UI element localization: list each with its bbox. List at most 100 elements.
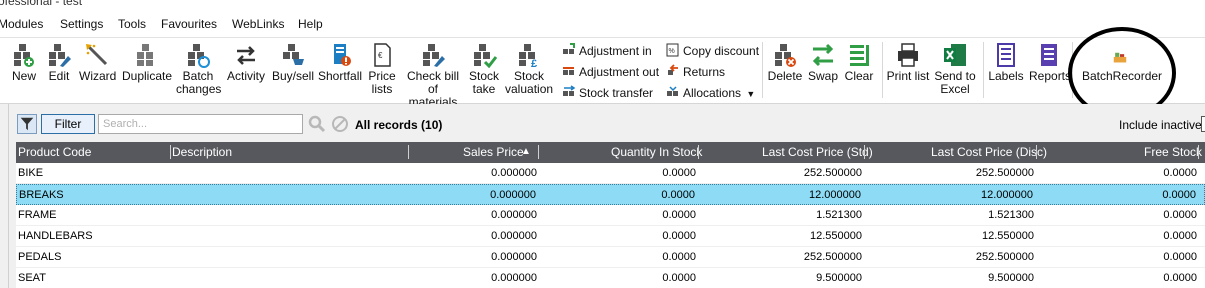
cell-product-code: HANDLEBARS bbox=[18, 230, 93, 242]
price-lists-button[interactable]: € Price lists bbox=[366, 42, 398, 102]
menu-favourites[interactable]: Favourites bbox=[161, 17, 217, 31]
buy-sell-button[interactable]: Buy/sell bbox=[271, 42, 315, 102]
cell-quantity: 0.0000 bbox=[662, 209, 696, 221]
table-row[interactable]: HANDLEBARS 0.000000 0.0000 12.550000 12.… bbox=[16, 226, 1205, 247]
cell-quantity: 0.0000 bbox=[662, 251, 696, 263]
print-list-button[interactable]: Print list bbox=[886, 42, 930, 102]
clear-label: Clear bbox=[844, 69, 874, 83]
stock-valuation-button[interactable]: £ Stock valuation bbox=[505, 42, 553, 102]
table-row[interactable]: BIKE 0.000000 0.0000 252.500000 252.5000… bbox=[16, 163, 1205, 184]
window-title-bar: ofessional - test bbox=[0, 0, 1205, 10]
labels-button[interactable]: Labels bbox=[987, 42, 1025, 102]
copy-discount-icon: % bbox=[666, 43, 679, 57]
swap-button[interactable]: Swap bbox=[807, 42, 839, 102]
copy-discount-button[interactable]: % Copy discount bbox=[666, 43, 759, 61]
cell-quantity: 0.0000 bbox=[662, 167, 696, 179]
print-list-label: Print list bbox=[886, 69, 930, 83]
column-product-code[interactable]: Product Code bbox=[18, 145, 91, 159]
cell-cost-disc: 12.550000 bbox=[982, 230, 1034, 242]
column-sales-price[interactable]: Sales Price bbox=[463, 145, 524, 159]
filter-button[interactable]: Filter bbox=[41, 114, 95, 134]
menu-help[interactable]: Help bbox=[298, 17, 323, 31]
table-row-selected[interactable]: BREAKS 0.000000 0.0000 12.000000 12.0000… bbox=[16, 184, 1205, 205]
sort-ascending-icon: ▲ bbox=[521, 146, 531, 157]
check-bill-of-materials-button[interactable]: Check bill of materials bbox=[403, 42, 463, 109]
new-button[interactable]: New bbox=[10, 42, 38, 102]
ribbon-separator bbox=[882, 42, 883, 98]
cell-sales-price: 0.000000 bbox=[490, 189, 536, 201]
batch-changes-label-2: changes bbox=[176, 82, 222, 96]
activity-button[interactable]: Activity bbox=[226, 42, 266, 102]
menu-modules[interactable]: Modules bbox=[0, 17, 43, 31]
cell-cost-disc: 252.500000 bbox=[975, 167, 1034, 179]
cell-product-code: FRAME bbox=[18, 209, 57, 221]
column-last-cost-disc[interactable]: Last Cost Price (Disc) bbox=[931, 145, 1047, 159]
cell-cost-disc: 252.500000 bbox=[975, 251, 1034, 263]
column-separator bbox=[1198, 145, 1199, 159]
stock-valuation-label-1: Stock bbox=[513, 69, 544, 83]
cell-sales-price: 0.000000 bbox=[491, 209, 537, 221]
cell-quantity: 0.0000 bbox=[661, 189, 695, 201]
delete-button[interactable]: Delete bbox=[767, 42, 803, 102]
menu-settings[interactable]: Settings bbox=[60, 17, 103, 31]
funnel-icon[interactable] bbox=[17, 114, 37, 134]
duplicate-button[interactable]: Duplicate bbox=[122, 42, 173, 102]
buy-sell-icon bbox=[283, 44, 304, 65]
allocations-dropdown[interactable]: Allocations ▼ bbox=[666, 85, 755, 103]
wizard-wand-icon bbox=[86, 44, 108, 66]
returns-icon bbox=[668, 64, 678, 75]
edit-button[interactable]: Edit bbox=[45, 42, 73, 102]
cell-sales-price: 0.000000 bbox=[491, 167, 537, 179]
duplicate-label: Duplicate bbox=[122, 69, 173, 83]
records-count: All records (10) bbox=[355, 118, 443, 132]
cell-free-stock: 0.0000 bbox=[1163, 272, 1197, 284]
column-last-cost-std[interactable]: Last Cost Price (Std) bbox=[762, 145, 873, 159]
send-to-excel-button[interactable]: Send to Excel bbox=[934, 42, 976, 102]
new-label: New bbox=[11, 69, 36, 83]
search-icon[interactable] bbox=[308, 115, 326, 133]
stock-take-button[interactable]: Stock take bbox=[468, 42, 500, 102]
adjustment-in-label: Adjustment in bbox=[579, 44, 652, 58]
stock-valuation-label-2: valuation bbox=[505, 82, 554, 96]
include-inactive-label: Include inactive bbox=[1119, 118, 1202, 132]
allocations-label: Allocations bbox=[683, 86, 742, 100]
table-row[interactable]: FRAME 0.000000 0.0000 1.521300 1.521300 … bbox=[16, 205, 1205, 226]
shortfall-button[interactable]: Shortfall bbox=[318, 42, 362, 102]
cell-cost-std: 1.521300 bbox=[816, 209, 862, 221]
stock-transfer-icon bbox=[563, 85, 576, 96]
menu-tools[interactable]: Tools bbox=[118, 17, 146, 31]
batch-changes-button[interactable]: Batch changes bbox=[176, 42, 222, 102]
returns-label: Returns bbox=[683, 65, 726, 79]
clear-search-icon[interactable] bbox=[331, 115, 349, 133]
shortfall-icon bbox=[334, 44, 351, 66]
clear-button[interactable]: Clear bbox=[843, 42, 875, 102]
table-row[interactable]: PEDALS 0.000000 0.0000 252.500000 252.50… bbox=[16, 247, 1205, 268]
filter-bar: Filter All records (10) Include inactive bbox=[9, 104, 1205, 142]
menu-weblinks[interactable]: WebLinks bbox=[232, 17, 284, 31]
stock-valuation-icon: £ bbox=[519, 44, 537, 68]
returns-button[interactable]: Returns bbox=[666, 64, 725, 82]
stock-transfer-button[interactable]: Stock transfer bbox=[562, 85, 653, 103]
cell-free-stock: 0.0000 bbox=[1163, 209, 1197, 221]
cell-product-code: SEAT bbox=[18, 272, 46, 284]
clear-icon bbox=[850, 45, 869, 66]
adjustment-out-button[interactable]: Adjustment out bbox=[562, 64, 659, 82]
cell-cost-disc: 1.521300 bbox=[988, 209, 1034, 221]
adjustment-in-icon bbox=[563, 43, 575, 54]
cell-quantity: 0.0000 bbox=[662, 272, 696, 284]
stock-transfer-label: Stock transfer bbox=[579, 86, 654, 100]
table-row[interactable]: SEAT 0.000000 0.0000 9.500000 9.500000 0… bbox=[16, 268, 1205, 288]
reports-button[interactable]: Reports bbox=[1029, 42, 1071, 102]
cell-free-stock: 0.0000 bbox=[1163, 167, 1197, 179]
column-description[interactable]: Description bbox=[172, 145, 232, 159]
column-separator bbox=[408, 145, 409, 159]
column-free-stock[interactable]: Free Stock bbox=[1144, 145, 1202, 159]
column-quantity-in-stock[interactable]: Quantity In Stock bbox=[611, 145, 702, 159]
excel-icon bbox=[944, 44, 966, 66]
search-input[interactable] bbox=[98, 114, 303, 134]
column-separator bbox=[170, 145, 171, 159]
adjustment-in-button[interactable]: Adjustment in bbox=[562, 43, 652, 61]
wizard-button[interactable]: Wizard bbox=[79, 42, 116, 102]
bill-of-materials-icon bbox=[423, 44, 445, 67]
include-inactive-checkbox[interactable] bbox=[1201, 116, 1205, 132]
